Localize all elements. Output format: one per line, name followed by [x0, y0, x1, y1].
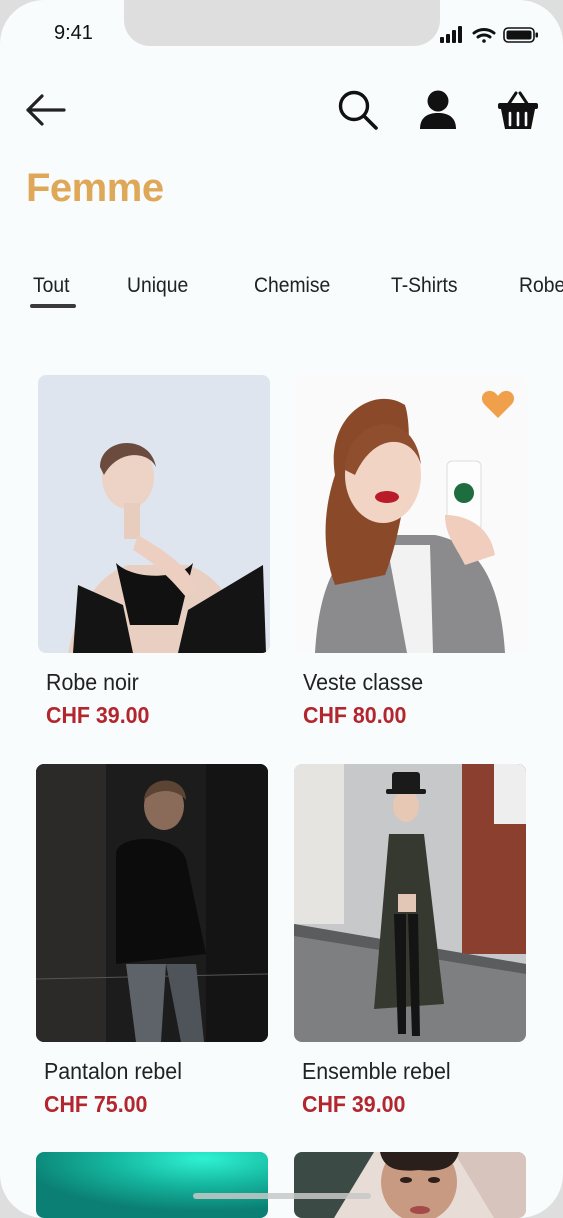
tab-robe[interactable]: Robe	[519, 274, 563, 298]
tab-unique[interactable]: Unique	[127, 274, 188, 298]
product-name: Pantalon rebel	[44, 1058, 182, 1084]
active-tab-indicator	[30, 304, 76, 308]
product-image	[36, 764, 268, 1042]
product-card-robe-noir[interactable]: Robe noir CHF 39.00	[38, 375, 270, 735]
device-notch	[124, 0, 440, 46]
category-tabs: Tout Unique Chemise T-Shirts Robe	[0, 274, 563, 314]
basket-icon[interactable]	[496, 89, 540, 131]
tab-t-shirts[interactable]: T-Shirts	[391, 274, 458, 298]
product-price: CHF 39.00	[302, 1091, 406, 1117]
product-name: Robe noir	[46, 669, 139, 695]
cellular-signal-icon	[440, 26, 462, 43]
status-time: 9:41	[54, 22, 93, 44]
product-price: CHF 75.00	[44, 1091, 148, 1117]
tab-chemise[interactable]: Chemise	[254, 274, 330, 298]
product-price: CHF 39.00	[46, 702, 150, 728]
heart-icon[interactable]	[481, 389, 515, 419]
battery-icon	[503, 27, 538, 43]
user-icon[interactable]	[418, 89, 458, 131]
product-price: CHF 80.00	[303, 702, 407, 728]
product-card-partial-2[interactable]	[294, 1152, 526, 1218]
wifi-icon	[472, 28, 496, 43]
back-arrow-icon[interactable]	[24, 92, 66, 128]
product-card-partial-1[interactable]	[36, 1152, 268, 1218]
product-image	[294, 1152, 526, 1218]
tab-tout[interactable]: Tout	[33, 274, 70, 298]
product-name: Veste classe	[303, 669, 424, 695]
product-card-ensemble-rebel[interactable]: Ensemble rebel CHF 39.00	[294, 764, 526, 1124]
status-icons	[440, 26, 538, 43]
product-image	[294, 764, 526, 1042]
page-title: Femme	[26, 166, 164, 210]
product-name: Ensemble rebel	[302, 1058, 451, 1084]
product-image	[38, 375, 270, 653]
home-indicator	[193, 1193, 371, 1199]
product-image	[36, 1152, 268, 1218]
product-card-pantalon-rebel[interactable]: Pantalon rebel CHF 75.00	[36, 764, 268, 1124]
product-card-veste-classe[interactable]: Veste classe CHF 80.00	[295, 375, 527, 735]
phone-screen: 9:41 Femme Tout Unique Chemise T-Shirts …	[0, 0, 563, 1218]
search-icon[interactable]	[337, 89, 379, 131]
